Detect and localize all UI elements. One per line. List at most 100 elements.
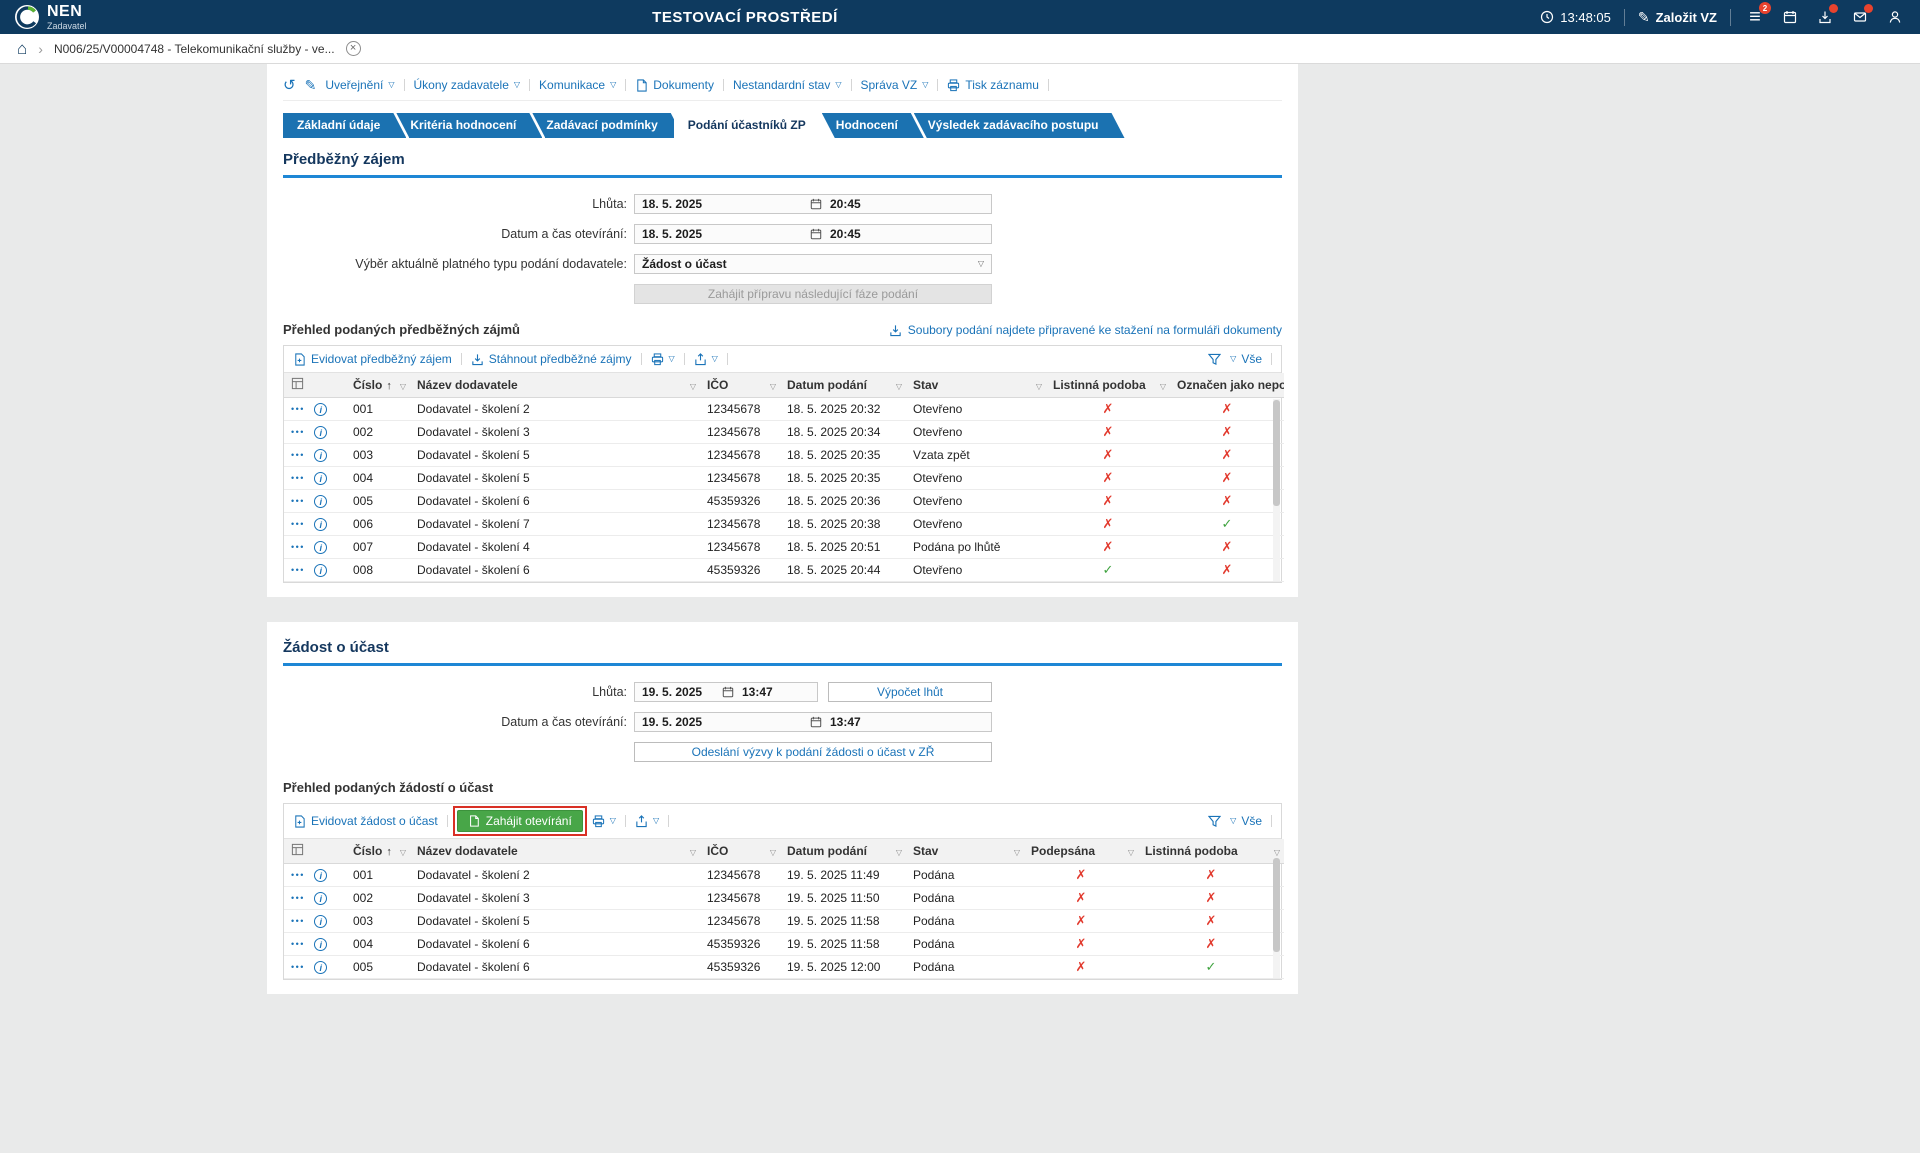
row-menu-icon[interactable] <box>291 543 305 552</box>
oteviraní-field[interactable]: 18. 5. 2025 20:45 <box>634 224 992 244</box>
calendar-button[interactable] <box>1779 6 1801 28</box>
column-header-ico[interactable]: IČO <box>700 373 780 398</box>
lhuta-field[interactable]: 19. 5. 2025 13:47 <box>634 682 818 702</box>
column-filter-icon[interactable] <box>1128 844 1134 858</box>
menu-ukony-zadavatele[interactable]: Úkony zadavatele <box>414 78 521 92</box>
column-filter-icon[interactable] <box>400 378 406 392</box>
row-menu-icon[interactable] <box>291 566 305 575</box>
row-menu-icon[interactable] <box>291 497 305 506</box>
typ-podani-select[interactable]: Žádost o účast <box>634 254 992 274</box>
zahajit-pripravu-button[interactable]: Zahájit přípravu následující fáze podání <box>634 284 992 304</box>
grid-settings-header[interactable] <box>284 373 346 398</box>
table-row[interactable]: 003 Dodavatel - školení 5 12345678 19. 5… <box>284 910 1284 933</box>
column-filter-icon[interactable] <box>1160 378 1166 392</box>
history-icon[interactable] <box>283 78 296 93</box>
export-grid-button[interactable] <box>694 353 718 366</box>
filter-button[interactable] <box>1208 353 1221 366</box>
evidovat-zadost-button[interactable]: Evidovat žádost o účast <box>293 814 438 828</box>
view-all-dropdown[interactable]: Vše <box>1230 814 1262 828</box>
home-icon[interactable] <box>17 40 27 57</box>
column-header-cislo[interactable]: Číslo <box>346 839 410 864</box>
tab-vysledek[interactable]: Výsledek zadávacího postupu <box>914 113 1125 138</box>
downloads-button[interactable] <box>1814 6 1836 28</box>
row-info-icon[interactable] <box>314 915 327 928</box>
column-filter-icon[interactable] <box>896 378 902 392</box>
row-menu-icon[interactable] <box>291 451 305 460</box>
column-filter-icon[interactable] <box>770 844 776 858</box>
row-info-icon[interactable] <box>314 541 327 554</box>
row-menu-icon[interactable] <box>291 428 305 437</box>
filter-button[interactable] <box>1208 815 1221 828</box>
zahajit-otevirani-button[interactable]: Zahájit otevírání <box>457 810 583 832</box>
menu-uverejneni[interactable]: Uveřejnění <box>325 78 394 92</box>
scrollbar-thumb[interactable] <box>1273 400 1280 506</box>
calendar-icon[interactable] <box>810 716 822 728</box>
row-info-icon[interactable] <box>314 869 327 882</box>
tab-podani-ucastniku-zp[interactable]: Podání účastníků ZP <box>674 113 832 138</box>
column-filter-icon[interactable] <box>690 378 696 392</box>
export-grid-button[interactable] <box>635 815 659 828</box>
table-row[interactable]: 005 Dodavatel - školení 6 45359326 19. 5… <box>284 956 1284 979</box>
table-row[interactable]: 002 Dodavatel - školení 3 12345678 19. 5… <box>284 887 1284 910</box>
calendar-icon[interactable] <box>810 198 822 210</box>
column-filter-icon[interactable] <box>896 844 902 858</box>
row-menu-icon[interactable] <box>291 871 305 880</box>
table-row[interactable]: 004 Dodavatel - školení 5 12345678 18. 5… <box>284 467 1284 490</box>
column-filter-icon[interactable] <box>400 844 406 858</box>
table-row[interactable]: 003 Dodavatel - školení 5 12345678 18. 5… <box>284 444 1284 467</box>
column-header-nazev[interactable]: Název dodavatele <box>410 839 700 864</box>
profile-button[interactable] <box>1884 6 1906 28</box>
column-header-datum[interactable]: Datum podání <box>780 373 906 398</box>
row-info-icon[interactable] <box>314 426 327 439</box>
table-row[interactable]: 006 Dodavatel - školení 7 12345678 18. 5… <box>284 513 1284 536</box>
row-menu-icon[interactable] <box>291 474 305 483</box>
menu-dokumenty[interactable]: Dokumenty <box>635 78 714 92</box>
oteviraní-field[interactable]: 19. 5. 2025 13:47 <box>634 712 992 732</box>
menu-sprava-vz[interactable]: Správa VZ <box>861 78 929 92</box>
row-menu-icon[interactable] <box>291 520 305 529</box>
table-row[interactable]: 001 Dodavatel - školení 2 12345678 18. 5… <box>284 398 1284 421</box>
table-row[interactable]: 002 Dodavatel - školení 3 12345678 18. 5… <box>284 421 1284 444</box>
view-all-dropdown[interactable]: Vše <box>1230 352 1262 366</box>
table-row[interactable]: 004 Dodavatel - školení 6 45359326 19. 5… <box>284 933 1284 956</box>
print-grid-button[interactable] <box>592 815 616 828</box>
column-header-podepsana[interactable]: Podepsána <box>1024 839 1138 864</box>
column-header-datum[interactable]: Datum podání <box>780 839 906 864</box>
row-info-icon[interactable] <box>314 403 327 416</box>
row-menu-icon[interactable] <box>291 940 305 949</box>
row-menu-icon[interactable] <box>291 963 305 972</box>
column-header-listinna[interactable]: Listinná podoba <box>1138 839 1284 864</box>
calendar-icon[interactable] <box>810 228 822 240</box>
column-filter-icon[interactable] <box>770 378 776 392</box>
row-info-icon[interactable] <box>314 495 327 508</box>
table-scrollbar[interactable] <box>1273 857 1280 978</box>
column-header-ico[interactable]: IČO <box>700 839 780 864</box>
column-header-listinna[interactable]: Listinná podoba <box>1046 373 1170 398</box>
menu-komunikace[interactable]: Komunikace <box>539 78 616 92</box>
tab-zakladni-udaje[interactable]: Základní údaje <box>283 113 406 138</box>
odeslani-vyzvy-button[interactable]: Odeslání výzvy k podání žádosti o účast … <box>634 742 992 762</box>
table-row[interactable]: 005 Dodavatel - školení 6 45359326 18. 5… <box>284 490 1284 513</box>
row-info-icon[interactable] <box>314 938 327 951</box>
column-header-stav[interactable]: Stav <box>906 373 1046 398</box>
scrollbar-thumb[interactable] <box>1273 858 1280 952</box>
calendar-icon[interactable] <box>722 686 734 698</box>
row-info-icon[interactable] <box>314 472 327 485</box>
column-filter-icon[interactable] <box>690 844 696 858</box>
column-header-nepodany[interactable]: Označen jako nepodaný <box>1170 373 1284 398</box>
menu-tisk-zaznamu[interactable]: Tisk záznamu <box>947 78 1039 92</box>
table-row[interactable]: 001 Dodavatel - školení 2 12345678 19. 5… <box>284 864 1284 887</box>
files-download-link[interactable]: Soubory podání najdete připravené ke sta… <box>889 323 1282 337</box>
print-grid-button[interactable] <box>651 353 675 366</box>
tab-kriteria-hodnoceni[interactable]: Kritéria hodnocení <box>396 113 542 138</box>
create-vz-button[interactable]: Založit VZ <box>1638 10 1717 25</box>
grid-settings-header[interactable] <box>284 839 346 864</box>
menu-button[interactable]: 2 <box>1744 6 1766 28</box>
row-info-icon[interactable] <box>314 518 327 531</box>
row-info-icon[interactable] <box>314 449 327 462</box>
tab-zadavaci-podminky[interactable]: Zadávací podmínky <box>532 113 683 138</box>
column-filter-icon[interactable] <box>1036 378 1042 392</box>
row-menu-icon[interactable] <box>291 894 305 903</box>
column-header-nazev[interactable]: Název dodavatele <box>410 373 700 398</box>
stahnout-predbezne-zajmy-button[interactable]: Stáhnout předběžné zájmy <box>471 352 632 366</box>
